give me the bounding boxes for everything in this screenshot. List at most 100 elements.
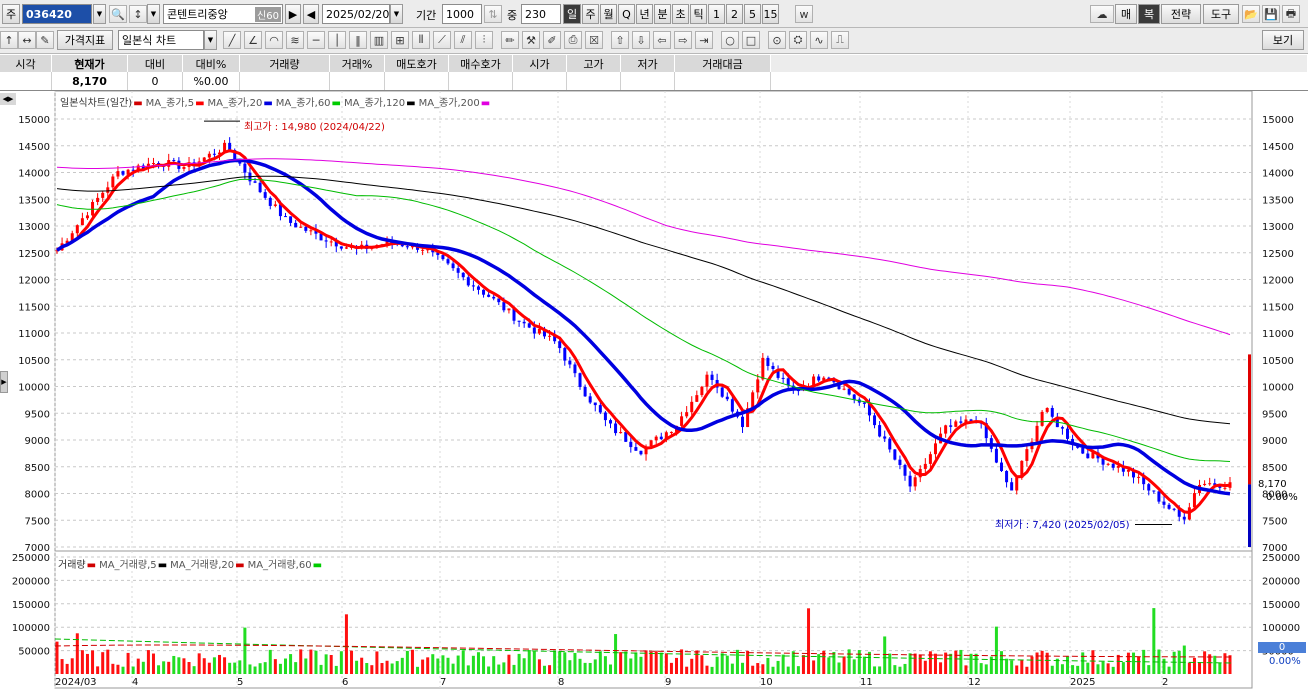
period-input[interactable]: 1000 [442,4,482,24]
settings-icon[interactable]: ⛭ [789,31,807,49]
interval-button-8[interactable]: 1 [708,4,725,24]
reverse-button[interactable]: ◀ [303,4,319,24]
arc-tool-icon[interactable]: ◠ [265,31,283,49]
candle-body-25 [182,167,186,169]
frame-icon[interactable]: ⎍ [831,31,849,49]
arrow-end-tool-icon[interactable]: ⇥ [695,31,713,49]
btn-tools[interactable]: 도구 [1203,4,1239,24]
interval-button-11[interactable]: 15 [762,4,779,24]
line-tool-icon[interactable]: ╱ [223,31,241,49]
indicator-button[interactable]: 가격지표 [57,30,113,50]
volume-bar-97 [548,665,552,674]
interval-button-6[interactable]: 초 [672,4,689,24]
volume-bar-203 [1086,662,1090,674]
candle-body-105 [588,396,592,403]
cycle-tool-icon[interactable]: ⫶ [475,31,493,49]
candle-body-178 [959,421,963,423]
volume-bar-147 [801,655,805,674]
interval-button-9[interactable]: 2 [726,4,743,24]
magnify-icon[interactable]: ⊙ [768,31,786,49]
wave-icon[interactable]: w [795,5,813,23]
circle-tool-icon[interactable]: ○ [721,31,739,49]
delete-icon[interactable]: ☒ [585,31,603,49]
interval-button-1[interactable]: 주 [582,4,599,24]
candle-body-219 [1167,504,1171,509]
sort-icon[interactable]: ↕ [129,5,147,23]
date-dropdown[interactable]: ▼ [390,4,403,24]
left-collapse-icon[interactable]: ▶ [0,371,8,393]
vline-tool-icon[interactable]: │ [328,31,346,49]
volume-bar-84 [482,656,486,674]
text-icon[interactable]: ⎙ [564,31,582,49]
arrows-horizontal-icon[interactable]: ↔ [18,31,36,49]
arrow-up-icon[interactable]: ↑ [0,31,18,49]
volume-bar-170 [918,654,922,674]
tool-icon[interactable]: ⚒ [522,31,540,49]
period-spin-icon[interactable]: ⇅ [484,5,502,23]
hline-tool-icon[interactable]: ─ [307,31,325,49]
pencil-icon[interactable]: ✏ [501,31,519,49]
interval-button-2[interactable]: 월 [600,4,617,24]
interval-button-7[interactable]: 틱 [690,4,707,24]
price-tick-right-10: 10000 [1262,383,1294,394]
interval-button-3[interactable]: Q [618,4,635,24]
stock-code-input[interactable]: 036420 [22,4,92,24]
candle-body-165 [893,449,897,460]
stock-code-dropdown[interactable]: ▼ [93,4,106,24]
period-tool-icon[interactable]: ⫴ [412,31,430,49]
volume-bar-21 [162,661,166,674]
arrow-up-tool-icon[interactable]: ⇧ [611,31,629,49]
scroll-arrows-icon[interactable]: ◀▶ [0,93,16,105]
interval-button-0[interactable]: 일 [563,4,581,24]
candle-body-103 [578,373,582,387]
date-input[interactable]: 2025/02/20 [322,4,390,24]
candle-body-100 [563,348,567,361]
weight-input[interactable]: 230 [521,4,561,24]
price-tick-right-7: 11500 [1262,302,1294,313]
fan-tool-icon[interactable]: ≋ [286,31,304,49]
btn-strategy[interactable]: 전략 [1161,4,1201,24]
quote-value-6 [385,72,449,90]
trend-tool-icon[interactable]: ⟋ [433,31,451,49]
market-button[interactable]: 주 [2,4,20,24]
rect-tool-icon[interactable]: □ [742,31,760,49]
candle-body-172 [928,454,932,464]
chart-type-dropdown[interactable]: ▼ [204,30,217,50]
volume-bar-212 [1132,652,1136,674]
wave-tool-icon[interactable]: ∿ [810,31,828,49]
cloud-icon[interactable]: ☁ [1090,5,1114,23]
arrow-down-tool-icon[interactable]: ⇩ [632,31,650,49]
channel-tool-icon[interactable]: ‖ [349,31,367,49]
chart-type-select[interactable]: 일본식 차트 [118,30,204,50]
print-icon[interactable]: 🖶 [1282,5,1300,23]
edit-icon[interactable]: ✎ [36,31,54,49]
angle-tool-icon[interactable]: ∠ [244,31,262,49]
candle-body-202 [1081,447,1085,454]
x-label-4: 7 [440,677,446,688]
note-icon[interactable]: ✐ [543,31,561,49]
volume-bar-188 [1010,660,1014,674]
interval-button-5[interactable]: 분 [654,4,671,24]
interval-button-10[interactable]: 5 [744,4,761,24]
search-icon[interactable]: 🔍 [109,5,127,23]
period-value: 1000 [446,7,474,21]
fib-tool-icon[interactable]: ▥ [370,31,388,49]
volume-bar-43 [273,659,277,674]
folder-icon[interactable]: 📂 [1242,5,1260,23]
btn-copy[interactable]: 복 [1138,4,1160,24]
view-button[interactable]: 보기 [1262,30,1304,50]
parallel-tool-icon[interactable]: ⫽ [454,31,472,49]
candle-body-45 [284,216,288,218]
play-button[interactable]: ▶ [285,4,301,24]
arrow-right-tool-icon[interactable]: ⇨ [674,31,692,49]
save-icon[interactable]: 💾 [1262,5,1280,23]
volume-bar-131 [720,653,724,674]
grid-tool-icon[interactable]: ⊞ [391,31,409,49]
price-volume-chart[interactable]: 15000 15000 14500 14500 14000 14000 13500 13500… [0,91,1308,690]
sort-dropdown[interactable]: ▼ [147,4,160,24]
btn-trade[interactable]: 매 [1115,4,1137,24]
volume-bar-60 [360,657,364,674]
arrow-left-tool-icon[interactable]: ⇦ [653,31,671,49]
interval-button-4[interactable]: 년 [636,4,653,24]
candle-body-88 [502,302,506,311]
